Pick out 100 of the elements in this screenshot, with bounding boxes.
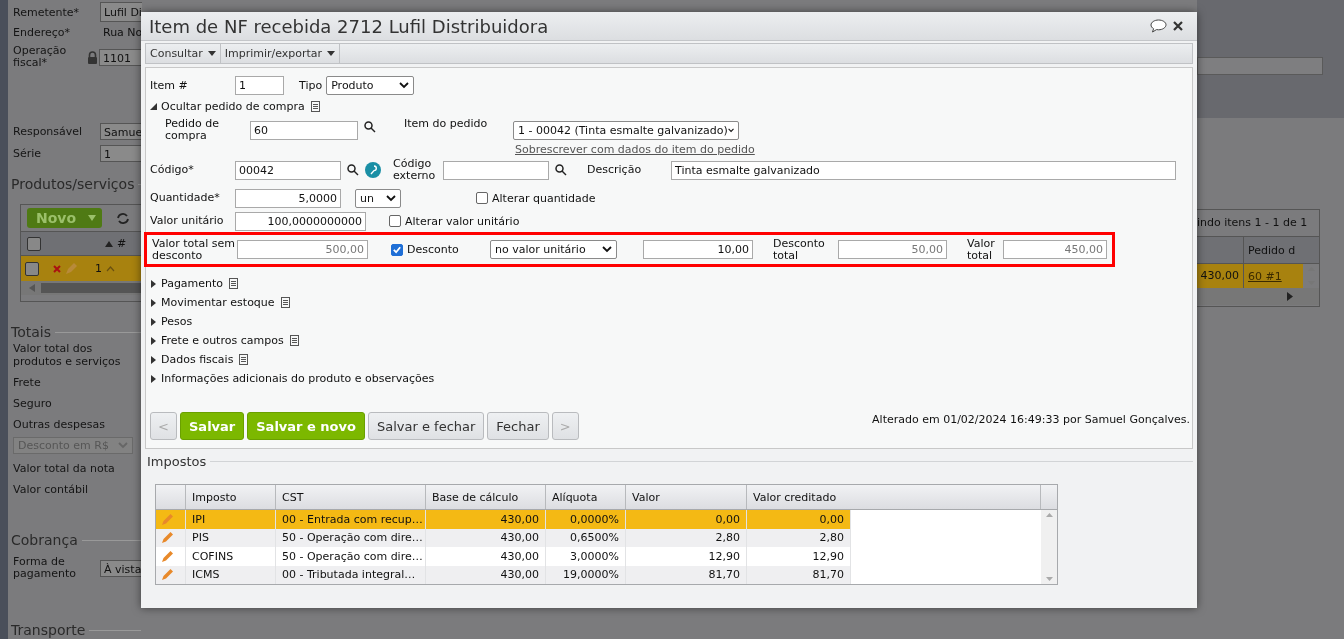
search-icon[interactable] <box>364 121 376 133</box>
checkbox-label: Desconto <box>407 243 460 256</box>
field-value: Rua No <box>102 25 143 39</box>
field-label: Operação fiscal* <box>13 45 68 69</box>
column-header[interactable]: Base de cálculo <box>426 485 546 509</box>
text-field[interactable]: 1 <box>235 76 284 95</box>
chevron-down-icon <box>399 82 410 89</box>
scroll-right-icon[interactable] <box>1287 292 1293 301</box>
chevron-down-icon <box>727 127 734 134</box>
column-header[interactable]: Alíquota <box>546 485 626 509</box>
text-field[interactable] <box>443 160 549 180</box>
field-label: Item # <box>150 79 189 92</box>
collapse-toggle[interactable]: Pesos <box>150 312 1192 331</box>
text-field[interactable]: Lufil Di <box>100 2 142 22</box>
close-icon[interactable] <box>1173 21 1183 31</box>
change-note: Alterado em 01/02/2024 16:49:33 por Samuel Gonçalves. <box>872 413 1190 426</box>
table-cell: 1 <box>95 262 102 275</box>
checkbox[interactable] <box>391 243 403 256</box>
text-field[interactable]: 1 <box>100 144 141 162</box>
text-field[interactable]: 1101 <box>99 48 141 66</box>
field-label: Valor total <box>967 237 996 262</box>
text-field[interactable]: 5,0000 <box>235 188 341 208</box>
table-cell: 0,00 <box>626 510 747 529</box>
select-field[interactable]: À vista <box>100 559 142 577</box>
column-header[interactable]: Valor creditado <box>747 485 1041 509</box>
expand-arrow-icon <box>150 336 157 345</box>
lock-icon <box>87 50 98 64</box>
checkbox-label: Alterar valor unitário <box>405 214 520 228</box>
table-cell: 00 - Entrada com recup… <box>276 510 426 529</box>
column-header[interactable]: CST <box>276 485 426 509</box>
field-label: Outras despesas <box>13 418 106 431</box>
select-field[interactable]: un <box>355 188 401 208</box>
pencil-icon[interactable] <box>161 531 174 545</box>
comment-icon[interactable] <box>1150 19 1167 33</box>
text-field[interactable]: 00042 <box>235 160 341 180</box>
field-label: Série <box>13 146 43 160</box>
select-field[interactable]: Produto <box>326 76 415 95</box>
caret-down-icon <box>88 215 97 221</box>
field-label: Endereço* <box>13 25 71 39</box>
pencil-icon[interactable] <box>161 568 174 582</box>
field-label: Código externo <box>393 158 437 182</box>
text-field[interactable] <box>1197 57 1323 75</box>
text-field[interactable]: 500,00 <box>237 240 368 259</box>
section-title: Produtos/serviços <box>11 176 135 192</box>
refresh-icon[interactable] <box>116 211 131 225</box>
action-button[interactable]: Fechar <box>487 412 549 440</box>
collapse-toggle[interactable]: Dados fiscais <box>150 350 1192 369</box>
table-row[interactable]: ICMS 00 - Tributada integral… 430,00 19,0000% 81,70 81,70 <box>156 565 1041 584</box>
section-title: Cobrança <box>11 532 78 548</box>
collapse-toggle[interactable]: Pagamento <box>150 274 1192 293</box>
text-field[interactable]: 60 <box>250 121 358 140</box>
text-field[interactable]: Tinta esmalte galvanizado <box>671 160 1176 180</box>
field-label: Código* <box>150 164 195 176</box>
collapse-toggle[interactable]: Frete e outros campos <box>150 331 1192 350</box>
key-circle-icon[interactable] <box>365 162 381 178</box>
text-field[interactable]: 50,00 <box>838 240 947 259</box>
chevron-down-icon <box>386 194 396 202</box>
sort-up-icon <box>105 240 113 247</box>
menu-button[interactable]: Imprimir/exportar <box>220 44 341 63</box>
pencil-icon[interactable] <box>161 549 174 563</box>
collapse-toggle[interactable]: Ocultar pedido de compra <box>150 99 1192 114</box>
expand-arrow-icon <box>150 355 157 364</box>
checkbox[interactable] <box>27 236 41 251</box>
select-field[interactable]: 1 - 00042 (Tinta esmalte galvanizado) <box>513 121 739 140</box>
checkbox[interactable] <box>25 261 39 276</box>
checkbox[interactable] <box>389 215 401 227</box>
table-row[interactable]: IPI 00 - Entrada com recup… 430,00 0,0000% 0,00 0,00 <box>156 510 1041 529</box>
table-row[interactable]: 1 <box>21 256 141 281</box>
scrollbar-thumb[interactable] <box>41 283 141 293</box>
chevron-down-icon <box>118 442 128 449</box>
text-field[interactable]: Samue <box>100 122 143 140</box>
field-label: Pedido de compra <box>165 118 220 142</box>
table-cell: 430,00 <box>1197 264 1243 288</box>
scroll-arrows-icon[interactable] <box>1044 510 1054 584</box>
collapse-toggle[interactable]: Movimentar estoque <box>150 293 1192 312</box>
field-label: Seguro <box>13 397 53 410</box>
text-field[interactable]: 100,0000000000 <box>235 211 366 231</box>
search-icon[interactable] <box>555 164 567 176</box>
text-field[interactable]: 10,00 <box>643 240 753 259</box>
overwrite-link[interactable]: Sobrescrever com dados do item do pedido <box>515 143 755 156</box>
field-label: Responsável <box>13 124 84 138</box>
collapse-toggle[interactable]: Informações adicionais do produto e observações <box>150 369 1192 388</box>
column-header[interactable]: Imposto <box>186 485 276 509</box>
table-row[interactable]: PIS 50 - Operação com dire… 430,00 0,6500% 2,80 2,80 <box>156 528 1041 547</box>
table-cell: 430,00 <box>426 510 546 529</box>
text-field[interactable]: 450,00 <box>1003 240 1107 259</box>
field-label: Valor contábil <box>13 483 90 496</box>
checkbox[interactable] <box>476 192 488 204</box>
section-title: Totais <box>11 324 51 340</box>
table-row[interactable]: COFINS 50 - Operação com dire… 430,00 3,0000% 12,90 12,90 <box>156 547 1041 566</box>
search-icon[interactable] <box>347 164 359 176</box>
dialog-title: Item de NF recebida 2712 Lufil Distribuidora <box>149 15 550 37</box>
select-field[interactable]: no valor unitário <box>490 240 617 259</box>
section-title: Transporte <box>11 622 86 638</box>
action-button[interactable]: Salvar e fechar <box>367 412 485 440</box>
field-label: Valor total sem desconto <box>152 237 237 262</box>
delete-icon[interactable] <box>53 264 61 273</box>
column-header[interactable]: Valor <box>626 485 747 509</box>
chevron-down-icon <box>602 246 612 253</box>
menu-button[interactable]: Consultar <box>146 44 221 63</box>
